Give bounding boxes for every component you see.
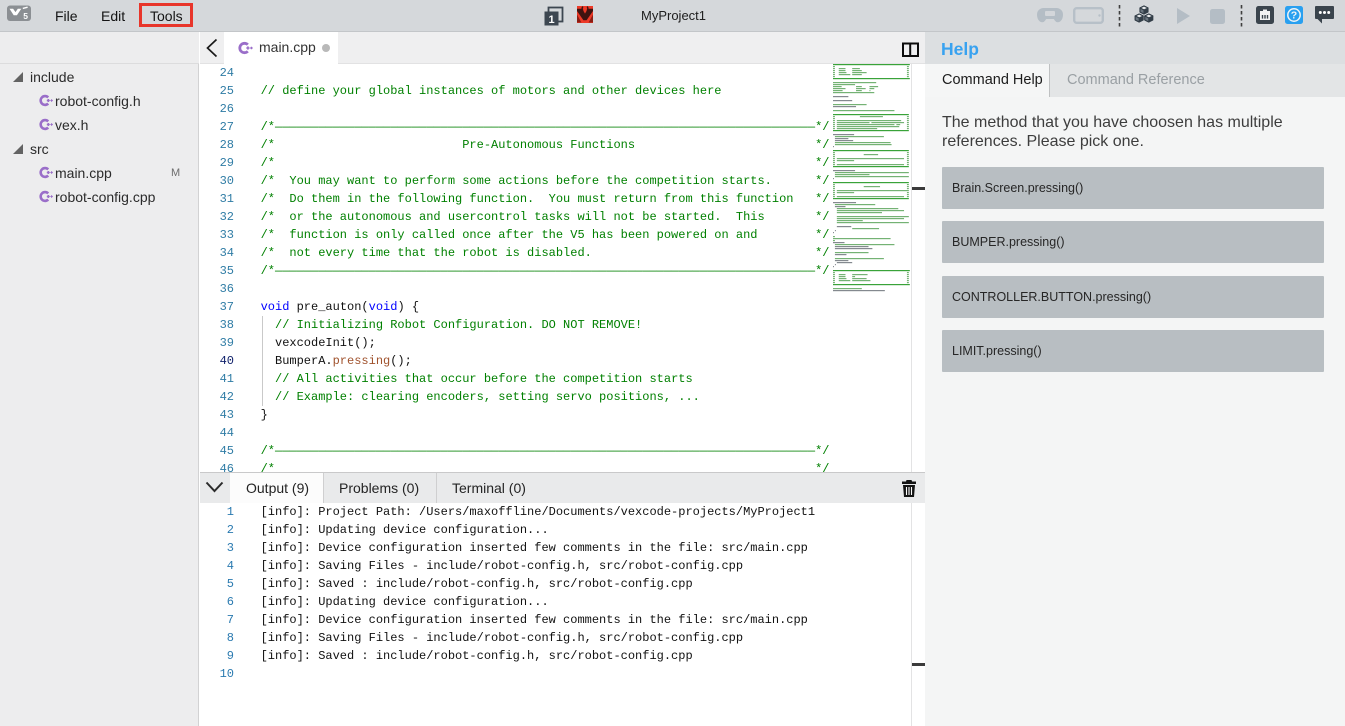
svg-text:?: ?: [1291, 10, 1297, 22]
svg-text:5: 5: [23, 11, 28, 21]
svg-text:1: 1: [548, 14, 554, 26]
